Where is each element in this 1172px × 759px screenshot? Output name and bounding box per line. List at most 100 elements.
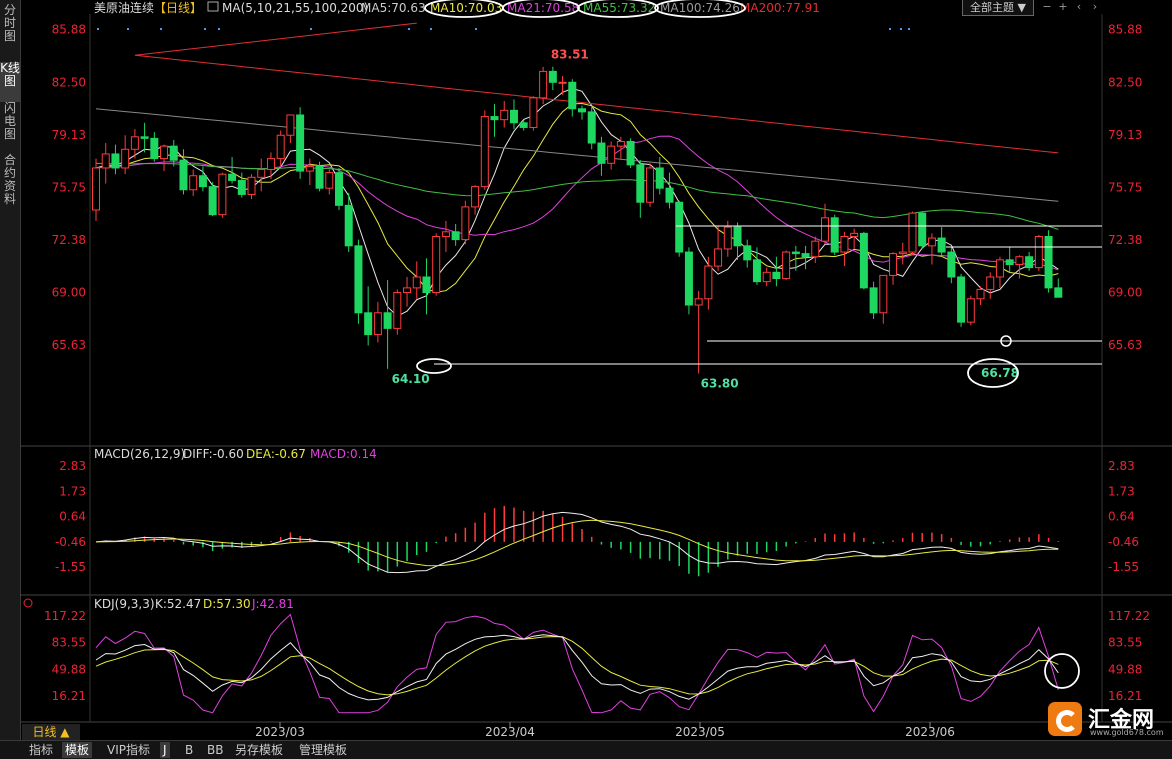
candle-body bbox=[1015, 256, 1024, 266]
candle-body bbox=[1034, 235, 1043, 269]
candle-body bbox=[286, 114, 295, 136]
tab-template[interactable]: 模板 bbox=[62, 742, 93, 758]
event-marker bbox=[430, 28, 432, 30]
candle-body bbox=[247, 176, 256, 195]
candle-body bbox=[986, 276, 995, 290]
tab-bb[interactable]: BB bbox=[204, 742, 226, 758]
candle-body bbox=[626, 140, 635, 166]
kdj-tick-right: 117.22 bbox=[1108, 609, 1150, 623]
minus-icon[interactable]: − bbox=[1040, 0, 1054, 14]
chevron-left-icon[interactable]: ‹ bbox=[1072, 0, 1086, 14]
high-label: 83.51 bbox=[551, 48, 589, 62]
kdj-j: J:42.81 bbox=[251, 597, 294, 611]
candle-body bbox=[762, 271, 771, 283]
price-tick-left: 79.13 bbox=[52, 128, 86, 142]
chevron-right-icon[interactable]: › bbox=[1088, 0, 1102, 14]
candle-body bbox=[665, 187, 674, 203]
chart-title: 美原油连续 bbox=[94, 0, 154, 15]
candle-body bbox=[646, 167, 655, 203]
theme-select[interactable]: 全部主题 ▼ bbox=[962, 0, 1034, 16]
candle-body bbox=[179, 159, 188, 191]
candle-body bbox=[743, 245, 752, 261]
kdj-k: K:52.47 bbox=[155, 597, 201, 611]
chart-area[interactable]: 美原油连续 【日线】 MA(5,10,21,55,100,200)MA5:70.63… bbox=[0, 0, 1172, 740]
macd-tick-left: -0.46 bbox=[55, 535, 86, 549]
event-marker bbox=[97, 28, 99, 30]
tab-manage-template[interactable]: 管理模板 bbox=[296, 742, 350, 758]
price-tick-left: 65.63 bbox=[52, 338, 86, 352]
macd-tick-right: -0.46 bbox=[1108, 535, 1139, 549]
kdj-j-line bbox=[95, 613, 1059, 714]
date-label: 2023/06 bbox=[905, 725, 955, 739]
ma-value: MA21:70.58 bbox=[507, 1, 579, 15]
candle-body bbox=[918, 212, 927, 247]
kdj-tick-left: 16.21 bbox=[52, 689, 86, 703]
candle-body bbox=[325, 172, 334, 189]
macd-tick-right: 0.64 bbox=[1108, 510, 1135, 524]
macd-tick-left: -1.55 bbox=[55, 560, 86, 574]
candle-body bbox=[927, 237, 936, 247]
candle-body bbox=[432, 235, 441, 294]
kdj-d-line bbox=[95, 636, 1059, 696]
candle-body bbox=[548, 70, 557, 83]
candle-body bbox=[782, 251, 791, 280]
logo-icon bbox=[1048, 702, 1082, 736]
candle-body bbox=[791, 251, 800, 255]
candle-body bbox=[704, 265, 713, 300]
candle-body bbox=[519, 122, 528, 128]
tab-vip-indicator[interactable]: VIP指标 bbox=[104, 742, 153, 758]
candle-body bbox=[558, 81, 567, 84]
highlight-oval bbox=[416, 358, 452, 374]
candle-body bbox=[500, 109, 509, 121]
candle-body bbox=[344, 204, 353, 247]
price-tick-left: 72.38 bbox=[52, 233, 86, 247]
candle-body bbox=[840, 235, 849, 253]
candle-body bbox=[169, 145, 178, 161]
ma-settings-icon bbox=[207, 1, 219, 12]
candle-body bbox=[811, 240, 820, 258]
candle-body bbox=[937, 237, 946, 253]
candle-body bbox=[305, 165, 314, 172]
candle-body bbox=[636, 164, 645, 203]
price-tick-right: 82.50 bbox=[1108, 75, 1142, 89]
event-marker bbox=[408, 28, 410, 30]
candle-body bbox=[383, 312, 392, 329]
ma-value: MA200:77.91 bbox=[740, 1, 820, 15]
candle-body bbox=[150, 137, 159, 160]
candle-body bbox=[296, 114, 305, 172]
plus-icon[interactable]: + bbox=[1056, 0, 1070, 14]
price-tick-right: 79.13 bbox=[1108, 128, 1142, 142]
ma-value: MA5:70.63 bbox=[361, 1, 426, 15]
period-selector[interactable]: 日线 ▲ bbox=[22, 724, 80, 740]
event-marker bbox=[908, 28, 910, 30]
candle-body bbox=[315, 165, 324, 189]
tab-j[interactable]: J bbox=[160, 742, 170, 758]
candle-body bbox=[471, 186, 480, 208]
kdj-label: KDJ(9,3,3) bbox=[94, 597, 155, 611]
candle-body bbox=[830, 217, 839, 253]
macd-dea-line bbox=[95, 519, 1059, 567]
candle-body bbox=[714, 248, 723, 267]
candle-body bbox=[889, 253, 898, 276]
candle-body bbox=[733, 226, 742, 247]
date-label: 2023/04 bbox=[485, 725, 535, 739]
bottom-toolbar: 指标 模板 VIP指标 J B BB 另存模板 管理模板 bbox=[0, 740, 1172, 759]
macd-tick-left: 1.73 bbox=[59, 484, 86, 498]
candle-body bbox=[218, 173, 227, 216]
candle-body bbox=[869, 287, 878, 314]
candle-body bbox=[879, 274, 888, 314]
tab-indicator[interactable]: 指标 bbox=[26, 742, 56, 758]
macd-dea: DEA:-0.67 bbox=[246, 447, 306, 461]
macd-tick-right: 2.83 bbox=[1108, 459, 1135, 473]
candle-body bbox=[257, 169, 266, 178]
candle-body bbox=[140, 136, 149, 139]
tab-b[interactable]: B bbox=[182, 742, 196, 758]
ma-value: MA10:70.03 bbox=[430, 1, 502, 15]
candle-body bbox=[539, 70, 548, 99]
candle-body bbox=[752, 259, 761, 283]
macd-value: MACD:0.14 bbox=[310, 447, 377, 461]
candle-body bbox=[859, 232, 868, 289]
tab-save-template[interactable]: 另存模板 bbox=[232, 742, 286, 758]
event-marker bbox=[310, 28, 312, 30]
candle-body bbox=[966, 298, 975, 323]
